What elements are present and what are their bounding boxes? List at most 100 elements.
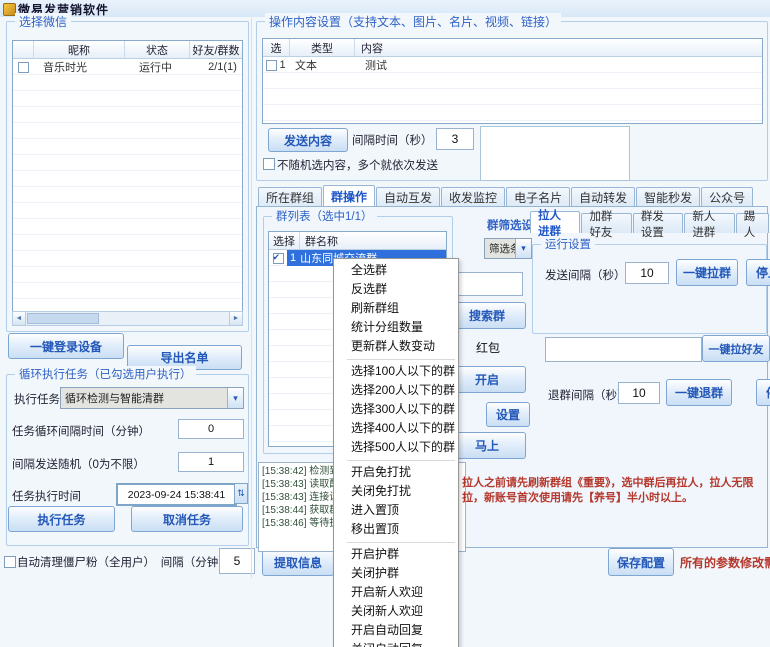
menu-item-guard-off[interactable]: 关闭护群 (334, 564, 458, 583)
col-status: 状态 (125, 41, 190, 58)
menu-item-invert-select[interactable]: 反选群 (334, 280, 458, 299)
content-row-content: 测试 (359, 57, 762, 73)
menu-item-guard-on[interactable]: 开启护群 (334, 545, 458, 564)
menu-item-count-groups[interactable]: 统计分组数量 (334, 318, 458, 337)
menu-item-autoreply-off[interactable]: 关闭自动回复 (334, 640, 458, 647)
menu-item-welcome-on[interactable]: 开启新人欢迎 (334, 583, 458, 602)
tab-card[interactable]: 电子名片 (506, 187, 570, 207)
pull-group-button[interactable]: 一键拉群 (676, 259, 738, 286)
task-type-select[interactable]: 循环检测与智能清群 ▾ (60, 387, 244, 409)
menu-item-pin[interactable]: 进入置顶 (334, 501, 458, 520)
gap-time-input[interactable]: 3 (436, 128, 474, 150)
task-delay-label: 间隔发送随机（0为不限） (12, 456, 145, 472)
quit-group-button[interactable]: 一键退群 (666, 379, 732, 406)
gap-time-label: 间隔时间（秒） (352, 132, 433, 148)
scroll-left-icon[interactable]: ◄ (13, 312, 26, 325)
order-checkbox[interactable] (263, 158, 275, 170)
content-table-body: 1 文本 测试 (263, 57, 762, 122)
extract-info-button[interactable]: 提取信息 (262, 548, 334, 576)
tip-text: 拉人之前请先刷新群组《重要》，选中群后再拉人，拉人无限拉，新账号首次使用请先【养… (462, 476, 764, 506)
tab-monitor[interactable]: 收发监控 (441, 187, 505, 207)
menu-item-update-member-count[interactable]: 更新群人数变动 (334, 337, 458, 356)
menu-item-select-under-200[interactable]: 选择200人以下的群 (334, 381, 458, 400)
menu-separator (347, 460, 455, 461)
up-button[interactable]: 马上 (448, 432, 526, 459)
menu-item-autoreply-on[interactable]: 开启自动回复 (334, 621, 458, 640)
send-content-button[interactable]: 发送内容 (268, 128, 348, 152)
wechat-table-body: 音乐时光 运行中 2/1(1) (13, 59, 242, 310)
col-ratio: 好友/群数 (190, 41, 242, 58)
set-button[interactable]: 设置 (486, 402, 530, 427)
task-interval-input[interactable]: 0 (178, 419, 244, 439)
tab-official-account[interactable]: 公众号 (701, 187, 753, 207)
menu-item-unpin[interactable]: 移出置顶 (334, 520, 458, 539)
auto-clean-interval-input[interactable]: 5 (219, 548, 255, 574)
wechat-account-row[interactable]: 音乐时光 运行中 2/1(1) (13, 59, 242, 75)
search-group-button[interactable]: 搜索群 (448, 302, 526, 329)
login-devices-button[interactable]: 一键登录设备 (8, 333, 124, 359)
restart-warning-text: 所有的参数修改需要重启软件 (680, 554, 770, 571)
tab-groups[interactable]: 所在群组 (258, 187, 322, 207)
auto-clean-label: 自动清理僵尸粉（全用户） 间隔（分钟） (17, 554, 230, 570)
content-row-num: 1 (279, 59, 285, 71)
task-delay-input[interactable]: 1 (178, 452, 244, 472)
content-row-type: 文本 (289, 57, 359, 73)
menu-item-select-under-400[interactable]: 选择400人以下的群 (334, 419, 458, 438)
menu-item-welcome-off[interactable]: 关闭新人欢迎 (334, 602, 458, 621)
account-checkbox[interactable] (18, 62, 29, 73)
pull-friend-button[interactable]: 一键拉好友 (702, 335, 770, 362)
wechat-table-header: 昵称 状态 好友/群数 (13, 41, 242, 59)
menu-item-mute-on[interactable]: 开启免打扰 (334, 463, 458, 482)
run-settings-groupbox: 运行设置 (532, 244, 767, 334)
col-nickname: 昵称 (34, 41, 125, 58)
run-settings-label: 运行设置 (541, 236, 595, 252)
tab-auto-forward[interactable]: 自动转发 (571, 187, 635, 207)
stop-quit-button[interactable]: 停止 (756, 379, 770, 406)
menu-separator (347, 542, 455, 543)
content-row-checkbox[interactable] (266, 60, 277, 71)
tab-fast-send[interactable]: 智能秒发 (636, 187, 700, 207)
time-updown-icon[interactable]: ⇅ (234, 483, 248, 504)
menu-item-mute-off[interactable]: 关闭免打扰 (334, 482, 458, 501)
group-row-checkbox[interactable]: ✔ (273, 253, 284, 264)
loop-task-label: 循环执行任务（已勾选用户执行） (15, 366, 196, 382)
auto-clean-checkbox[interactable] (4, 556, 16, 568)
middle-search-input[interactable] (455, 272, 523, 296)
subtab-kick[interactable]: 踢人 (736, 213, 769, 233)
subtab-add-friend[interactable]: 加群好友 (581, 213, 631, 233)
task-time-value: 2023-09-24 15:38:41 (128, 489, 226, 501)
menu-item-select-under-500[interactable]: 选择500人以下的群 (334, 438, 458, 457)
quit-gap-label: 退群间隔（秒） (548, 387, 629, 403)
group-filter-value: 筛选条件 (485, 239, 515, 258)
menu-item-refresh-groups[interactable]: 刷新群组 (334, 299, 458, 318)
scroll-right-icon[interactable]: ► (229, 312, 242, 325)
run-task-button[interactable]: 执行任务 (8, 506, 115, 532)
stop-pull-button[interactable]: 停止 (746, 259, 770, 286)
group-row-num: 1 (290, 252, 296, 264)
menu-item-select-all[interactable]: 全选群 (334, 261, 458, 280)
subtab-pull-in[interactable]: 拉人进群 (530, 211, 580, 233)
send-gap-input[interactable]: 10 (625, 262, 669, 284)
group-table-header: 选择 群名称 (269, 232, 446, 250)
menu-separator (347, 359, 455, 360)
friend-keyword-input[interactable] (545, 337, 702, 362)
send-gap-label: 发送间隔（秒） (545, 267, 626, 283)
chevron-down-icon[interactable]: ▾ (227, 388, 243, 408)
cancel-task-button[interactable]: 取消任务 (131, 506, 243, 532)
open-button[interactable]: 开启 (448, 366, 526, 393)
task-time-picker[interactable]: 2023-09-24 15:38:41 (116, 483, 237, 506)
subtab-newcomer[interactable]: 新人进群 (684, 213, 734, 233)
save-config-button[interactable]: 保存配置 (608, 548, 674, 576)
menu-item-select-under-100[interactable]: 选择100人以下的群 (334, 362, 458, 381)
subtab-send-setting[interactable]: 群发设置 (633, 213, 683, 233)
menu-item-select-under-300[interactable]: 选择300人以下的群 (334, 400, 458, 419)
tab-group-ops[interactable]: 群操作 (323, 185, 375, 207)
wechat-table-hscrollbar[interactable]: ◄ ► (12, 311, 243, 326)
group-filter-select[interactable]: 筛选条件 ▾ (484, 238, 532, 259)
group-context-menu: 全选群 反选群 刷新群组 统计分组数量 更新群人数变动 选择100人以下的群 选… (333, 258, 459, 647)
tab-auto-send[interactable]: 自动互发 (376, 187, 440, 207)
content-row[interactable]: 1 文本 测试 (263, 57, 762, 73)
quit-gap-input[interactable]: 10 (618, 382, 660, 404)
chevron-down-icon[interactable]: ▾ (515, 239, 531, 258)
scroll-thumb[interactable] (27, 313, 99, 324)
